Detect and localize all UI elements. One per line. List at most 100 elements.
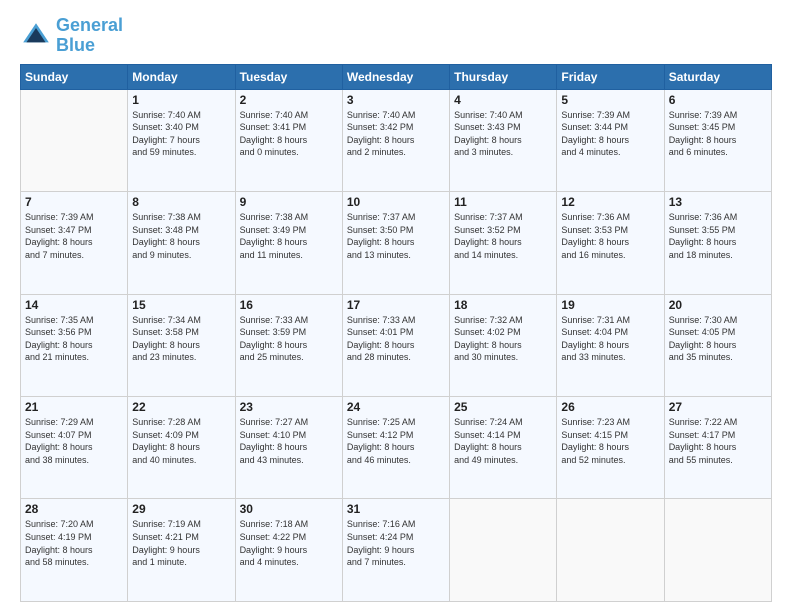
calendar-cell: 25Sunrise: 7:24 AM Sunset: 4:14 PM Dayli… [450,397,557,499]
calendar-cell: 1Sunrise: 7:40 AM Sunset: 3:40 PM Daylig… [128,89,235,191]
day-number: 14 [25,298,123,312]
calendar-cell [557,499,664,602]
calendar-cell: 18Sunrise: 7:32 AM Sunset: 4:02 PM Dayli… [450,294,557,396]
cell-info: Sunrise: 7:16 AM Sunset: 4:24 PM Dayligh… [347,518,445,568]
weekday-header-tuesday: Tuesday [235,64,342,89]
week-row: 21 Sunrise: 7:29 AM Sunset: 4:07 PM Dayli… [21,397,772,499]
cell-info: Sunrise: 7:30 AM Sunset: 4:05 PM Dayligh… [669,314,767,364]
calendar-cell: 19 Sunrise: 7:31 AM Sunset: 4:04 PM Dayli… [557,294,664,396]
logo-text-line1: General [56,16,123,36]
day-number: 2 [240,93,338,107]
cell-info: Sunrise: 7:40 AM Sunset: 3:40 PM Dayligh… [132,109,230,159]
day-number: 5 [561,93,659,107]
day-number: 15 [132,298,230,312]
cell-info: Sunrise: 7:37 AM Sunset: 3:50 PM Dayligh… [347,211,445,261]
cell-info: Sunrise: 7:37 AM Sunset: 3:52 PM Dayligh… [454,211,552,261]
calendar-cell: 23 Sunrise: 7:27 AM Sunset: 4:10 PM Dayli… [235,397,342,499]
cell-info: Sunrise: 7:38 AM Sunset: 3:48 PM Dayligh… [132,211,230,261]
day-number: 25 [454,400,552,414]
calendar-cell: 20Sunrise: 7:30 AM Sunset: 4:05 PM Dayli… [664,294,771,396]
day-number: 18 [454,298,552,312]
page: General Blue SundayMondayTuesdayWednesda… [0,0,792,612]
cell-info: Sunrise: 7:40 AM Sunset: 3:42 PM Dayligh… [347,109,445,159]
calendar-cell [450,499,557,602]
day-number: 27 [669,400,767,414]
weekday-header-thursday: Thursday [450,64,557,89]
cell-info: Sunrise: 7:27 AM Sunset: 4:10 PM Dayligh… [240,416,338,466]
cell-info: Sunrise: 7:19 AM Sunset: 4:21 PM Dayligh… [132,518,230,568]
calendar-cell: 21 Sunrise: 7:29 AM Sunset: 4:07 PM Dayli… [21,397,128,499]
cell-info: Sunrise: 7:28 AM Sunset: 4:09 PM Dayligh… [132,416,230,466]
cell-info: Sunrise: 7:20 AM Sunset: 4:19 PM Dayligh… [25,518,123,568]
day-number: 30 [240,502,338,516]
calendar-cell: 16 Sunrise: 7:33 AM Sunset: 3:59 PM Dayli… [235,294,342,396]
day-number: 28 [25,502,123,516]
calendar-cell: 28 Sunrise: 7:20 AM Sunset: 4:19 PM Dayli… [21,499,128,602]
cell-info: Sunrise: 7:23 AM Sunset: 4:15 PM Dayligh… [561,416,659,466]
day-number: 12 [561,195,659,209]
day-number: 19 [561,298,659,312]
day-number: 8 [132,195,230,209]
week-row: 14 Sunrise: 7:35 AM Sunset: 3:56 PM Dayli… [21,294,772,396]
calendar-cell: 31 Sunrise: 7:16 AM Sunset: 4:24 PM Dayli… [342,499,449,602]
cell-info: Sunrise: 7:36 AM Sunset: 3:55 PM Dayligh… [669,211,767,261]
day-number: 23 [240,400,338,414]
cell-info: Sunrise: 7:33 AM Sunset: 3:59 PM Dayligh… [240,314,338,364]
calendar-cell: 10 Sunrise: 7:37 AM Sunset: 3:50 PM Dayli… [342,192,449,294]
weekday-header-row: SundayMondayTuesdayWednesdayThursdayFrid… [21,64,772,89]
logo-text-line2: Blue [56,36,123,56]
calendar-cell: 7Sunrise: 7:39 AM Sunset: 3:47 PM Daylig… [21,192,128,294]
header: General Blue [20,16,772,56]
weekday-header-wednesday: Wednesday [342,64,449,89]
day-number: 22 [132,400,230,414]
calendar-cell [664,499,771,602]
cell-info: Sunrise: 7:34 AM Sunset: 3:58 PM Dayligh… [132,314,230,364]
calendar-cell: 14 Sunrise: 7:35 AM Sunset: 3:56 PM Dayli… [21,294,128,396]
calendar-cell: 13 Sunrise: 7:36 AM Sunset: 3:55 PM Dayli… [664,192,771,294]
day-number: 17 [347,298,445,312]
week-row: 28 Sunrise: 7:20 AM Sunset: 4:19 PM Dayli… [21,499,772,602]
cell-info: Sunrise: 7:40 AM Sunset: 3:43 PM Dayligh… [454,109,552,159]
weekday-header-friday: Friday [557,64,664,89]
calendar-cell [21,89,128,191]
weekday-header-saturday: Saturday [664,64,771,89]
day-number: 31 [347,502,445,516]
day-number: 4 [454,93,552,107]
calendar-table: SundayMondayTuesdayWednesdayThursdayFrid… [20,64,772,602]
day-number: 7 [25,195,123,209]
cell-info: Sunrise: 7:35 AM Sunset: 3:56 PM Dayligh… [25,314,123,364]
day-number: 21 [25,400,123,414]
cell-info: Sunrise: 7:40 AM Sunset: 3:41 PM Dayligh… [240,109,338,159]
day-number: 29 [132,502,230,516]
calendar-cell: 4 Sunrise: 7:40 AM Sunset: 3:43 PM Daylig… [450,89,557,191]
calendar-cell: 2 Sunrise: 7:40 AM Sunset: 3:41 PM Daylig… [235,89,342,191]
calendar-cell: 17 Sunrise: 7:33 AM Sunset: 4:01 PM Dayli… [342,294,449,396]
day-number: 10 [347,195,445,209]
calendar-cell: 26Sunrise: 7:23 AM Sunset: 4:15 PM Dayli… [557,397,664,499]
calendar-cell: 22 Sunrise: 7:28 AM Sunset: 4:09 PM Dayli… [128,397,235,499]
calendar-cell: 3Sunrise: 7:40 AM Sunset: 3:42 PM Daylig… [342,89,449,191]
calendar-cell: 12Sunrise: 7:36 AM Sunset: 3:53 PM Dayli… [557,192,664,294]
calendar-cell: 5Sunrise: 7:39 AM Sunset: 3:44 PM Daylig… [557,89,664,191]
day-number: 6 [669,93,767,107]
cell-info: Sunrise: 7:25 AM Sunset: 4:12 PM Dayligh… [347,416,445,466]
cell-info: Sunrise: 7:33 AM Sunset: 4:01 PM Dayligh… [347,314,445,364]
calendar-cell: 9 Sunrise: 7:38 AM Sunset: 3:49 PM Daylig… [235,192,342,294]
cell-info: Sunrise: 7:38 AM Sunset: 3:49 PM Dayligh… [240,211,338,261]
cell-info: Sunrise: 7:39 AM Sunset: 3:45 PM Dayligh… [669,109,767,159]
logo: General Blue [20,16,123,56]
cell-info: Sunrise: 7:18 AM Sunset: 4:22 PM Dayligh… [240,518,338,568]
day-number: 11 [454,195,552,209]
day-number: 9 [240,195,338,209]
cell-info: Sunrise: 7:22 AM Sunset: 4:17 PM Dayligh… [669,416,767,466]
day-number: 16 [240,298,338,312]
day-number: 13 [669,195,767,209]
logo-icon [20,20,52,52]
week-row: 7Sunrise: 7:39 AM Sunset: 3:47 PM Daylig… [21,192,772,294]
cell-info: Sunrise: 7:29 AM Sunset: 4:07 PM Dayligh… [25,416,123,466]
calendar-cell: 6 Sunrise: 7:39 AM Sunset: 3:45 PM Daylig… [664,89,771,191]
weekday-header-monday: Monday [128,64,235,89]
cell-info: Sunrise: 7:31 AM Sunset: 4:04 PM Dayligh… [561,314,659,364]
calendar-cell: 15 Sunrise: 7:34 AM Sunset: 3:58 PM Dayli… [128,294,235,396]
weekday-header-sunday: Sunday [21,64,128,89]
